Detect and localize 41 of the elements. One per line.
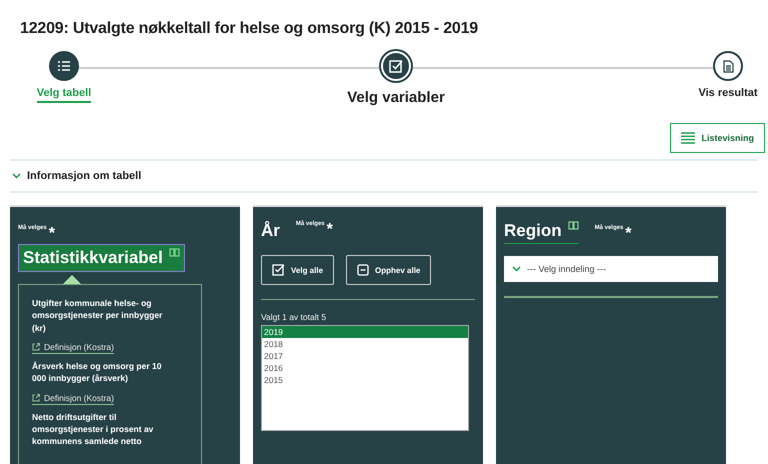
year-option[interactable]: 2015	[262, 374, 468, 386]
variable-option[interactable]: Årsverk helse og omsorg per 10 000 innbygger (årsverk)	[32, 360, 167, 385]
step-label[interactable]: Velg variabler	[347, 89, 445, 106]
selection-count: Valgt 1 av totalt 5	[261, 312, 328, 322]
checkbox-icon	[272, 264, 285, 276]
page-title: 12209: Utvalgte nøkkeltall for helse og omsorg (K) 2015 - 2019	[20, 20, 479, 38]
year-listbox[interactable]: 2019 2018 2017 2016 2015	[261, 325, 469, 431]
step-label[interactable]: Velg tabell	[36, 87, 92, 103]
checkbox-icon	[389, 59, 403, 73]
chevron-icon	[512, 266, 521, 272]
menu-icon	[681, 132, 696, 144]
step-circle[interactable]	[713, 51, 743, 81]
select-all-button[interactable]: Velg alle	[261, 255, 334, 285]
definition-link[interactable]: Definisjon (Kostra)	[32, 392, 114, 405]
definition-link[interactable]: Definisjon (Kostra)	[32, 342, 114, 354]
year-option[interactable]: 2017	[262, 350, 468, 362]
external-link-icon	[32, 342, 40, 351]
list-icon	[58, 61, 70, 71]
division-dropdown[interactable]: --- Velg inndeling ---	[504, 256, 718, 282]
variable-option[interactable]: Netto driftsutgifter til omsorgstjenester i prosent av kommunens samlede netto	[32, 410, 167, 448]
list-view-button[interactable]: Listevisning	[670, 123, 765, 153]
variable-option[interactable]: Utgifter kommunale helse- og omsorgstjenester per innbygger (kr)	[32, 297, 167, 334]
year-option[interactable]: 2018	[262, 338, 468, 350]
year-option[interactable]: 2016	[262, 362, 468, 374]
book-icon[interactable]	[168, 248, 180, 257]
deselect-all-button[interactable]: Opphev alle	[346, 255, 432, 285]
document-icon	[722, 60, 734, 72]
panel-heading: Region	[504, 221, 562, 241]
minus-box-icon	[357, 264, 370, 276]
year-option[interactable]: 2019	[262, 326, 468, 338]
step-circle[interactable]	[49, 51, 79, 81]
pointer-arrow	[63, 275, 81, 284]
required-asterisk-text: *	[625, 225, 632, 243]
book-icon[interactable]	[568, 221, 579, 230]
panel-heading: År	[261, 221, 280, 241]
info-toggle[interactable]: Informasjon om tabell	[10, 159, 758, 193]
required-asterisk-text: *	[326, 221, 333, 239]
panel-heading: Statistikkvariabel	[23, 248, 163, 268]
external-link-icon	[32, 394, 40, 402]
step-label[interactable]: Vis resultat	[698, 87, 758, 99]
required-asterisk-text: *	[48, 225, 55, 243]
